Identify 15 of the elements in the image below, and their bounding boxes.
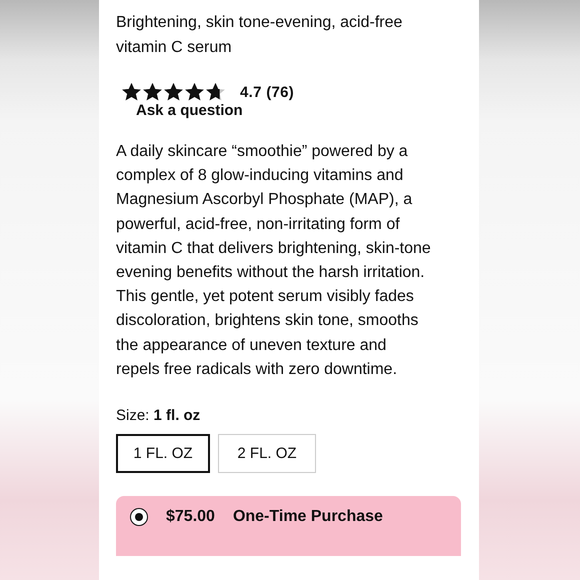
price: $75.00 bbox=[166, 508, 215, 526]
size-option[interactable]: 1 FL. OZ bbox=[116, 434, 210, 474]
purchase-type: One-Time Purchase bbox=[232, 508, 383, 526]
radio-button[interactable] bbox=[130, 508, 148, 526]
star-icon bbox=[184, 82, 205, 102]
rating-score: 4.7 (76) bbox=[240, 84, 294, 100]
ask-question-link[interactable]: Ask a question bbox=[136, 102, 243, 120]
star-icon bbox=[142, 82, 163, 102]
star-icon bbox=[205, 82, 226, 102]
product-description: A daily skincare “smoothie” powered by a complex of 8 glow-inducing vitamins and Magnesium Ascorbyl Phosphate (MAP), a powerful, acid-free, non-irritating form of vitamin C that delivers brightening, skin-tone evening benefits without the harsh irritation. This gentle, yet potent serum visibly fades discoloration, brightens skin tone, smooths the appearance of uneven texture and repels free radicals with zero downtime. bbox=[116, 142, 432, 380]
size-label: Size: 1 fl. oz bbox=[116, 407, 202, 424]
star-icon bbox=[163, 82, 184, 102]
size-option[interactable]: 2 FL. OZ bbox=[218, 434, 316, 474]
star-icon bbox=[121, 82, 142, 102]
product-title: Brightening, skin tone-evening, acid-free vitamin C serum bbox=[116, 13, 404, 58]
